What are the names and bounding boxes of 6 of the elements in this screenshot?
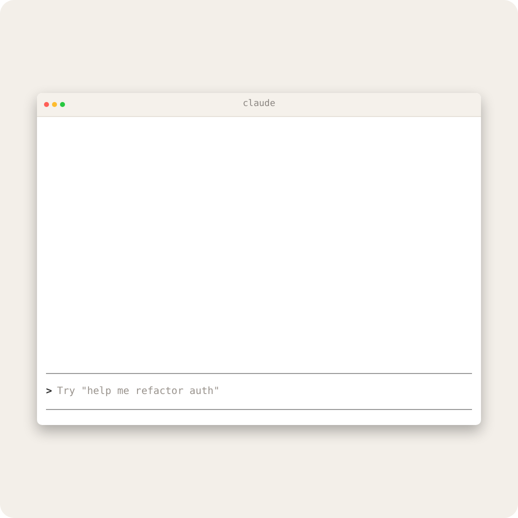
minimize-icon[interactable] [52, 102, 57, 107]
prompt-symbol: > [46, 385, 52, 399]
maximize-icon[interactable] [60, 102, 65, 107]
window-title: claude [242, 98, 276, 111]
close-icon[interactable] [44, 102, 49, 107]
prompt-input[interactable]: Try "help me refactor auth" [57, 384, 472, 399]
